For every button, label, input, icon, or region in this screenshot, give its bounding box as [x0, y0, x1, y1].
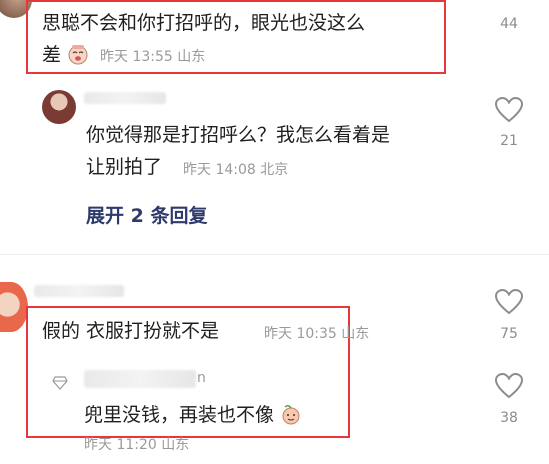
like-count: 21 — [500, 133, 518, 149]
comment-location: 山东 — [177, 49, 206, 65]
comment-meta: 昨天 13:55 山东 — [100, 46, 205, 66]
comment-text-body: 兜里没钱，再装也不像 — [84, 404, 275, 426]
comment-time: 昨天 10:35 — [264, 326, 337, 342]
like-count: 38 — [500, 410, 518, 426]
avatar[interactable] — [0, 282, 28, 332]
comment-text: 假的 衣服打扮就不是 — [42, 320, 220, 342]
like-count: 75 — [500, 326, 518, 342]
comment-meta: 昨天 11:20 山东 — [84, 434, 189, 454]
username-blurred[interactable] — [84, 370, 196, 388]
heart-icon[interactable] — [494, 96, 524, 124]
comment-location: 山东 — [161, 437, 190, 453]
comment-meta: 昨天 10:35 山东 — [264, 323, 369, 343]
comment-time: 昨天 13:55 — [100, 49, 173, 65]
comment-location: 山东 — [341, 326, 370, 342]
comment-location: 北京 — [260, 162, 289, 178]
username-suffix: n — [197, 370, 206, 386]
like-count: 44 — [500, 16, 518, 32]
username-blurred[interactable] — [84, 92, 166, 104]
diamond-icon — [52, 376, 68, 390]
divider — [0, 254, 549, 255]
heart-icon[interactable] — [494, 288, 524, 316]
heart-icon[interactable] — [494, 372, 524, 400]
comment-time: 昨天 11:20 — [84, 437, 157, 453]
comment-meta: 昨天 14:08 北京 — [183, 159, 288, 179]
comment-text: 兜里没钱，再装也不像 — [84, 402, 302, 428]
expand-replies-button[interactable]: 展开 2 条回复 — [86, 201, 207, 228]
comment-text: 思聪不会和你打招呼的，眼光也没这么 — [42, 12, 366, 34]
comment-text: 差 — [42, 42, 89, 68]
peach-face-sticker-icon — [282, 404, 300, 425]
crying-face-sticker-icon — [68, 45, 88, 65]
avatar[interactable] — [42, 90, 76, 124]
comment-text-line2: 差 — [42, 44, 62, 66]
comment-time: 昨天 14:08 — [183, 162, 256, 178]
username-blurred[interactable] — [34, 285, 124, 297]
comment-text: 你觉得那是打招呼么？我怎么看着是 — [86, 124, 391, 146]
comment-text: 让别拍了 — [86, 156, 163, 178]
